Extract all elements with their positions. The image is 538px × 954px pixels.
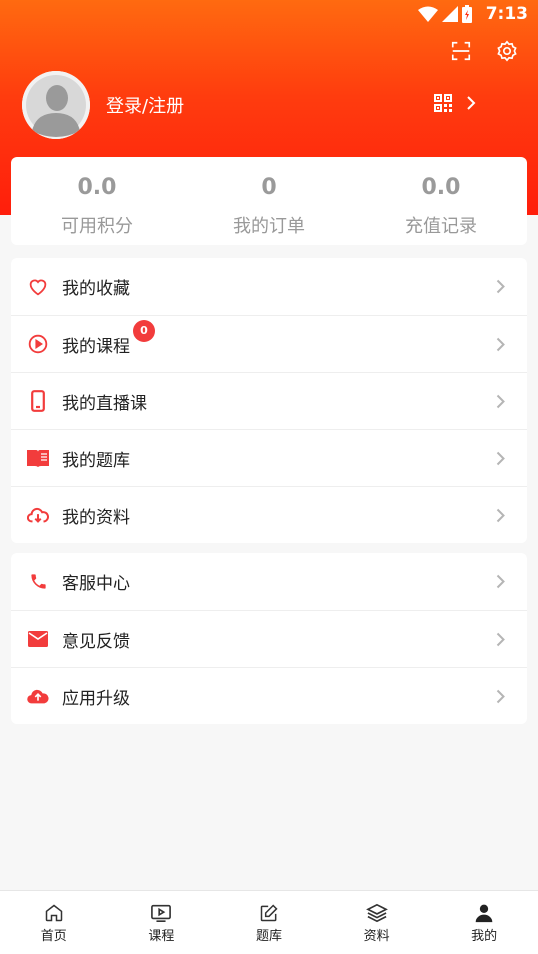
scan-icon[interactable] xyxy=(450,40,472,62)
status-bar: 7:13 xyxy=(0,0,538,28)
menu-item-app-upgrade[interactable]: 应用升级 xyxy=(11,667,527,724)
tab-label: 资料 xyxy=(363,929,390,944)
heart-icon xyxy=(29,279,47,295)
bottom-tab-bar: 首页 课程 题库 资料 我的 xyxy=(0,890,538,954)
chevron-right-icon xyxy=(496,451,505,465)
stat-points[interactable]: 0.0 可用积分 xyxy=(11,157,183,245)
menu-item-question-bank[interactable]: 我的题库 xyxy=(11,429,527,486)
menu-item-label: 意见反馈 xyxy=(62,631,130,652)
chevron-right-icon xyxy=(496,337,505,351)
tab-mine[interactable]: 我的 xyxy=(430,891,538,954)
tab-label: 课程 xyxy=(148,929,175,944)
count-badge: 0 xyxy=(133,320,155,342)
home-icon xyxy=(45,904,63,922)
menu-item-favorites[interactable]: 我的收藏 xyxy=(11,258,527,315)
menu-item-live-courses[interactable]: 我的直播课 xyxy=(11,372,527,429)
menu-card-secondary: 客服中心 意见反馈 应用升级 xyxy=(11,553,527,724)
avatar[interactable] xyxy=(22,71,90,139)
menu-item-materials[interactable]: 我的资料 xyxy=(11,486,527,543)
menu-item-label: 我的直播课 xyxy=(62,393,147,414)
stat-value: 0.0 xyxy=(421,175,461,200)
mail-icon xyxy=(28,631,48,647)
battery-icon xyxy=(462,5,472,23)
tab-label: 题库 xyxy=(255,929,282,944)
stats-card: 0.0 可用积分 0 我的订单 0.0 充值记录 xyxy=(11,157,527,245)
wifi-icon xyxy=(418,6,438,22)
menu-item-label: 我的资料 xyxy=(62,507,130,528)
stat-label: 可用积分 xyxy=(61,216,133,237)
stat-orders[interactable]: 0 我的订单 xyxy=(183,157,355,245)
tab-courses[interactable]: 课程 xyxy=(108,891,216,954)
status-time: 7:13 xyxy=(485,4,528,24)
tab-label: 我的 xyxy=(471,929,498,944)
tab-label: 首页 xyxy=(40,929,67,944)
chevron-right-icon xyxy=(496,574,505,589)
cloud-download-icon xyxy=(27,507,49,523)
stat-value: 0 xyxy=(261,175,277,200)
qr-code-icon xyxy=(434,94,452,112)
tab-home[interactable]: 首页 xyxy=(0,891,108,954)
phone-icon xyxy=(31,390,45,412)
tab-question-bank[interactable]: 题库 xyxy=(215,891,323,954)
menu-card-primary: 我的收藏 我的课程 0 我的直播课 我的题库 我的资料 xyxy=(11,258,527,543)
tab-materials[interactable]: 资料 xyxy=(323,891,431,954)
stat-label: 充值记录 xyxy=(405,216,477,237)
menu-item-label: 客服中心 xyxy=(62,574,130,594)
menu-item-label: 我的收藏 xyxy=(62,279,130,299)
menu-item-label: 我的课程 xyxy=(62,336,130,357)
play-circle-icon xyxy=(28,334,48,354)
menu-item-label: 我的题库 xyxy=(62,450,130,471)
chevron-right-icon xyxy=(496,689,505,703)
book-icon xyxy=(27,450,49,467)
login-register-link[interactable]: 登录/注册 xyxy=(106,92,184,118)
phone-call-icon xyxy=(30,574,46,589)
menu-item-label: 应用升级 xyxy=(62,688,130,709)
cloud-upload-icon xyxy=(27,689,49,704)
stat-recharge[interactable]: 0.0 充值记录 xyxy=(355,157,527,245)
stat-label: 我的订单 xyxy=(233,216,305,237)
signal-icon xyxy=(442,6,458,22)
menu-item-customer-service[interactable]: 客服中心 xyxy=(11,553,527,610)
settings-icon[interactable] xyxy=(496,40,518,62)
stat-value: 0.0 xyxy=(77,175,117,200)
user-icon xyxy=(475,904,493,923)
chevron-right-icon xyxy=(467,96,476,110)
default-avatar-icon xyxy=(22,71,90,139)
layers-icon xyxy=(365,903,388,923)
edit-icon xyxy=(260,904,278,922)
menu-item-courses[interactable]: 我的课程 0 xyxy=(11,315,527,372)
video-icon xyxy=(151,904,172,922)
qr-code-button[interactable] xyxy=(434,94,476,112)
menu-item-feedback[interactable]: 意见反馈 xyxy=(11,610,527,667)
chevron-right-icon xyxy=(496,632,505,646)
chevron-right-icon xyxy=(496,508,505,522)
chevron-right-icon xyxy=(496,279,505,294)
chevron-right-icon xyxy=(496,394,505,408)
